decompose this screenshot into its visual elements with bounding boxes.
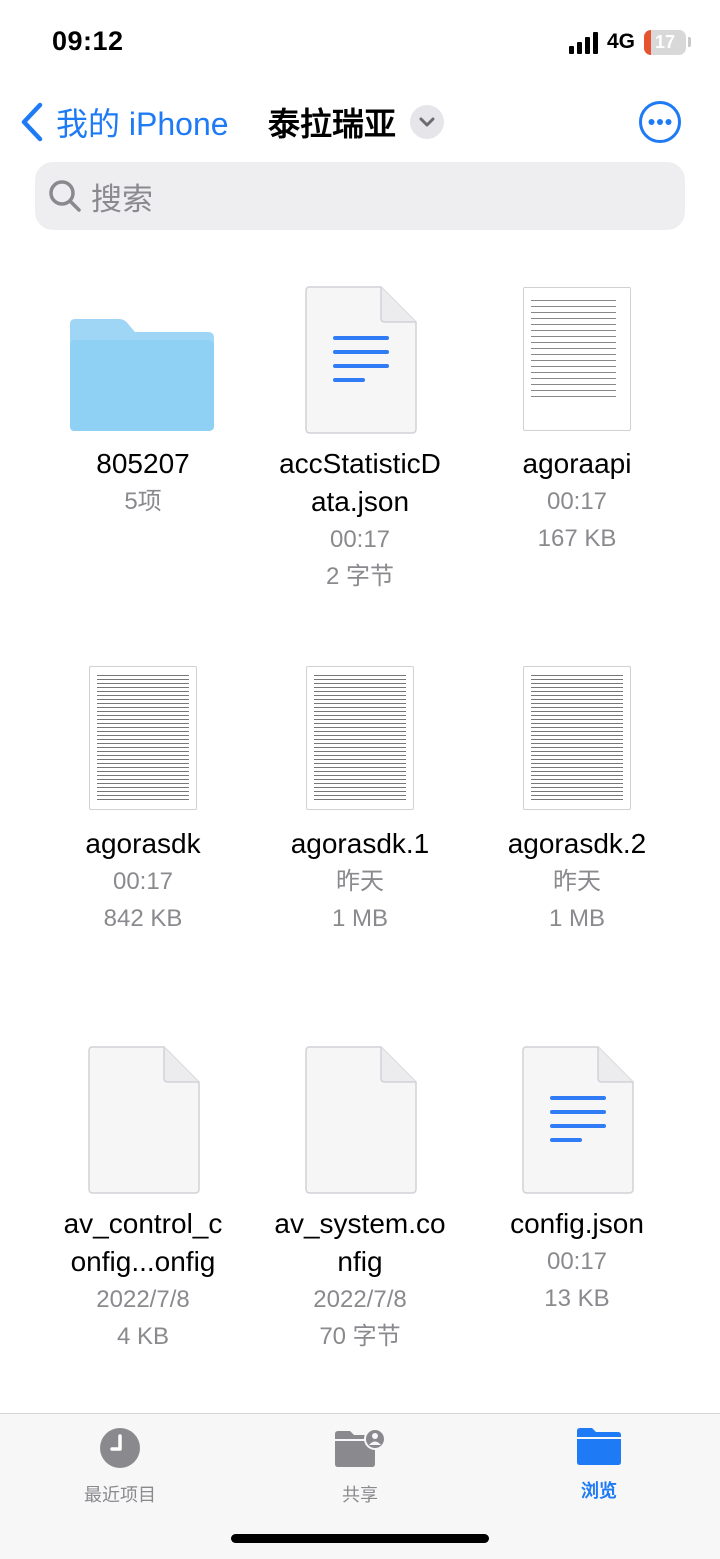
file-item-accstatisticdata[interactable]: accStatisticD ata.json 00:17 2 字节: [252, 282, 468, 595]
battery-icon: 17: [644, 30, 686, 55]
log-file-thumbnail: [306, 666, 414, 810]
file-size: 1 MB: [331, 905, 388, 932]
blank-document-icon: [88, 1046, 200, 1194]
navigation-bar: 我的 iPhone 泰拉瑞亚: [0, 92, 720, 152]
file-size: 842 KB: [103, 905, 183, 932]
battery-percent: 17: [654, 32, 676, 52]
file-item-agorasdk[interactable]: agorasdk 00:17 842 KB: [35, 662, 251, 937]
more-options-button[interactable]: [638, 100, 682, 144]
file-item-805207[interactable]: 805207 5项: [35, 282, 251, 520]
text-document-icon: [305, 286, 417, 434]
folder-title-menu[interactable]: 泰拉瑞亚: [268, 98, 445, 146]
file-size: 13 KB: [544, 1285, 610, 1312]
file-name-line-2: nfig: [337, 1246, 383, 1277]
file-item-agorasdk-2[interactable]: agorasdk.2 昨天 1 MB: [469, 662, 685, 937]
file-item-count: 5项: [124, 488, 162, 515]
folder-icon: [70, 319, 214, 431]
file-name: agoraapi: [522, 448, 632, 479]
file-modified-time: 00:17: [546, 488, 608, 515]
cellular-signal-icon: [569, 32, 599, 54]
page-title: 泰拉瑞亚: [268, 106, 397, 142]
file-name: agorasdk.2: [507, 828, 647, 859]
file-name-line-1: accStatisticD: [279, 448, 441, 479]
file-modified-time: 00:17: [546, 1248, 608, 1275]
file-name: agorasdk.1: [290, 828, 430, 859]
file-modified-time: 昨天: [336, 868, 384, 895]
file-modified-time: 00:17: [329, 526, 391, 553]
tab-label: 共享: [342, 1485, 378, 1505]
file-modified-date: 2022/7/8: [96, 1286, 190, 1313]
search-field[interactable]: 搜索: [35, 162, 685, 230]
file-modified-time: 昨天: [553, 868, 601, 895]
tab-recents[interactable]: 最近项目: [50, 1426, 190, 1507]
file-size: 167 KB: [537, 525, 617, 552]
blank-document-icon: [305, 1046, 417, 1194]
status-bar: 09:12 4G 17: [0, 0, 720, 88]
search-placeholder: 搜索: [91, 181, 153, 217]
file-name: 805207: [96, 448, 190, 479]
tab-shared[interactable]: 共享: [290, 1426, 430, 1507]
file-size: 70 字节: [319, 1323, 401, 1350]
file-name-line-1: av_control_c: [63, 1208, 223, 1239]
log-file-thumbnail: [89, 666, 197, 810]
file-size: 1 MB: [548, 905, 605, 932]
home-indicator: [231, 1534, 489, 1543]
file-modified-time: 00:17: [112, 868, 174, 895]
log-file-thumbnail: [523, 666, 631, 810]
search-icon: [49, 180, 81, 212]
ellipsis-circle-icon: [639, 101, 681, 143]
file-item-av-system-config[interactable]: av_system.co nfig 2022/7/8 70 字节: [252, 1042, 468, 1355]
file-name: agorasdk: [85, 828, 201, 859]
back-label: 我的 iPhone: [56, 106, 229, 142]
file-size: 4 KB: [116, 1323, 170, 1350]
network-type: 4G: [607, 30, 636, 53]
file-name-line-2: onfig...onfig: [70, 1246, 216, 1277]
shared-folder-icon: [335, 1428, 386, 1467]
battery-tip: [688, 37, 691, 47]
file-size: 2 字节: [325, 563, 394, 590]
file-item-config-json[interactable]: config.json 00:17 13 KB: [469, 1042, 685, 1317]
clock-icon: [100, 1428, 140, 1468]
tab-browse[interactable]: 浏览: [529, 1426, 669, 1503]
file-item-agorasdk-1[interactable]: agorasdk.1 昨天 1 MB: [252, 662, 468, 937]
status-time: 09:12: [52, 26, 124, 56]
file-item-agoraapi[interactable]: agoraapi 00:17 167 KB: [469, 282, 685, 557]
file-item-av-control-config[interactable]: av_control_c onfig...onfig 2022/7/8 4 KB: [35, 1042, 251, 1355]
file-name: config.json: [510, 1208, 644, 1239]
chevron-down-icon: [410, 105, 445, 139]
tab-label: 浏览: [581, 1481, 617, 1501]
tab-label: 最近项目: [84, 1485, 156, 1505]
folder-icon: [577, 1428, 621, 1465]
file-modified-date: 2022/7/8: [313, 1286, 407, 1313]
chevron-left-icon: [21, 102, 43, 142]
log-file-thumbnail: [523, 287, 631, 431]
text-document-icon: [522, 1046, 634, 1194]
back-button[interactable]: 我的 iPhone: [20, 98, 229, 146]
file-name-line-2: ata.json: [310, 486, 410, 517]
file-name-line-1: av_system.co: [274, 1208, 446, 1239]
